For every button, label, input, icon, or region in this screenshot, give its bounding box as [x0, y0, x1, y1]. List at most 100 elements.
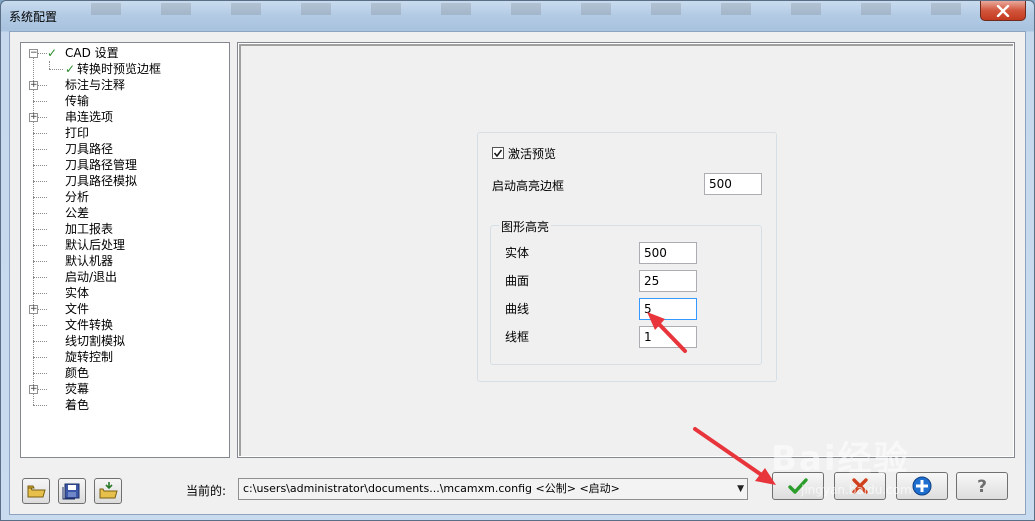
tree-item-label: 颜色: [65, 366, 90, 380]
tree-item[interactable]: + 荧幕: [21, 381, 227, 397]
tree-connector: [33, 261, 47, 262]
tree-item[interactable]: 分析: [21, 189, 227, 205]
tree-item[interactable]: 着色: [21, 397, 227, 413]
current-config-label: 当前的:: [186, 484, 227, 498]
tree-item[interactable]: + 文件: [21, 301, 227, 317]
tree-child-item[interactable]: ✓ 转换时预览边框: [21, 61, 227, 77]
save-config-button[interactable]: [58, 478, 86, 504]
tree-item[interactable]: 文件转换: [21, 317, 227, 333]
cancel-x-icon: [852, 478, 868, 494]
tree-item-label: 公差: [65, 206, 90, 220]
green-check-icon: ✓: [47, 46, 58, 60]
surface-input[interactable]: 25: [639, 270, 697, 292]
close-button[interactable]: [980, 1, 1026, 21]
tree-connector: [33, 341, 47, 342]
tree-item-label: 打印: [65, 126, 90, 140]
tree-item-label: 串连选项: [65, 110, 114, 124]
graphic-highlight-group: 图形高亮 实体 500 曲面 25 曲线 5 线框 1: [490, 218, 762, 365]
title-bar[interactable]: 系统配置: [1, 1, 1034, 29]
cancel-button[interactable]: [834, 472, 886, 500]
wireframe-input[interactable]: 1: [639, 326, 697, 348]
tree-connector: [33, 293, 47, 294]
tree-item-label: 刀具路径模拟: [65, 174, 138, 188]
background-ghost: [91, 3, 971, 15]
tree-item-label: 标注与注释: [65, 78, 126, 92]
tree-connector: [33, 101, 47, 102]
tree-item[interactable]: + 串连选项: [21, 109, 227, 125]
tree-item[interactable]: 传输: [21, 93, 227, 109]
tree-connector: [33, 245, 47, 246]
checkmark-icon: [493, 149, 503, 158]
tree-item-label: 刀具路径: [65, 142, 114, 156]
tree-item[interactable]: 默认后处理: [21, 237, 227, 253]
ok-check-icon: [788, 478, 808, 494]
tree-item[interactable]: 刀具路径管理: [21, 157, 227, 173]
tree-item[interactable]: 启动/退出: [21, 269, 227, 285]
tree-item[interactable]: 刀具路径模拟: [21, 173, 227, 189]
merge-folder-icon: [99, 482, 118, 499]
curve-label: 曲线: [505, 302, 530, 316]
activate-preview-label: 激活预览: [508, 147, 557, 161]
tree-item[interactable]: + 标注与注释: [21, 77, 227, 93]
ok-button[interactable]: [772, 472, 824, 500]
window-frame: 系统配置 − ✓ CAD 设置 ✓ 转换时预览边框 + 标注与注释 传输 + 串连选项 打印 刀具路径…: [0, 0, 1035, 521]
help-question-icon: ?: [977, 477, 987, 497]
tree-item[interactable]: 打印: [21, 125, 227, 141]
solid-label: 实体: [505, 246, 530, 260]
tree-item-label: 文件: [65, 302, 90, 316]
tree-item[interactable]: 旋转控制: [21, 349, 227, 365]
green-check-icon: ✓: [65, 62, 76, 76]
tree-item[interactable]: 实体: [21, 285, 227, 301]
tree-item-label: CAD 设置: [65, 46, 119, 60]
tree-item[interactable]: 公差: [21, 205, 227, 221]
activate-preview-checkbox[interactable]: [492, 147, 504, 159]
tree-item-label: 分析: [65, 190, 90, 204]
tree-item-label: 线切割模拟: [65, 334, 126, 348]
tree-item[interactable]: 线切割模拟: [21, 333, 227, 349]
open-config-button[interactable]: [22, 478, 50, 504]
apply-button[interactable]: [896, 472, 948, 500]
expand-icon[interactable]: +: [29, 81, 38, 90]
tree-connector: [49, 69, 63, 70]
tree-item[interactable]: − ✓ CAD 设置: [21, 45, 227, 61]
merge-config-button[interactable]: [94, 478, 122, 504]
surface-label: 曲面: [505, 274, 530, 288]
tree-connector: [33, 405, 47, 406]
wireframe-label: 线框: [505, 330, 530, 344]
tree-item-label: 加工报表: [65, 222, 114, 236]
svg-text:?: ?: [977, 477, 987, 497]
open-folder-icon: [27, 485, 46, 498]
start-highlight-input[interactable]: 500: [704, 173, 762, 195]
tree-item-label: 文件转换: [65, 318, 114, 332]
tree-item-label: 着色: [65, 398, 90, 412]
solid-input[interactable]: 500: [639, 242, 697, 264]
tree-item[interactable]: 加工报表: [21, 221, 227, 237]
tree-connector: [33, 181, 47, 182]
save-icon: [62, 483, 80, 500]
tree-connector: [33, 277, 47, 278]
curve-input[interactable]: 5: [639, 298, 697, 320]
close-icon: [996, 4, 1010, 17]
preview-group: 激活预览 启动高亮边框 500 图形高亮 实体 500 曲面 25 曲线 5 线…: [477, 132, 777, 382]
tree-item-label: 实体: [65, 286, 90, 300]
expand-icon[interactable]: +: [29, 305, 38, 314]
tree-item-label: 启动/退出: [65, 270, 118, 284]
tree-item[interactable]: 默认机器: [21, 253, 227, 269]
settings-tree[interactable]: − ✓ CAD 设置 ✓ 转换时预览边框 + 标注与注释 传输 + 串连选项 打印 刀具路径 刀具路径管…: [20, 42, 230, 458]
tree-connector: [33, 149, 47, 150]
dialog-client: − ✓ CAD 设置 ✓ 转换时预览边框 + 标注与注释 传输 + 串连选项 打印 刀具路径 刀具路径管…: [9, 31, 1026, 515]
expand-icon[interactable]: +: [29, 385, 38, 394]
tree-item-label: 默认机器: [65, 254, 114, 268]
settings-panel: 激活预览 启动高亮边框 500 图形高亮 实体 500 曲面 25 曲线 5 线…: [237, 42, 1015, 458]
collapse-icon[interactable]: −: [29, 49, 38, 58]
tree-item[interactable]: 颜色: [21, 365, 227, 381]
graphic-highlight-legend: 图形高亮: [499, 218, 552, 235]
chevron-down-icon[interactable]: ▼: [737, 479, 744, 499]
expand-icon[interactable]: +: [29, 113, 38, 122]
help-button[interactable]: ?: [956, 472, 1008, 500]
tree-connector: [33, 373, 47, 374]
tree-item-label: 荧幕: [65, 382, 90, 396]
tree-item[interactable]: 刀具路径: [21, 141, 227, 157]
config-file-select[interactable]: c:\users\administrator\documents...\mcam…: [238, 478, 748, 500]
tree-connector: [33, 133, 47, 134]
